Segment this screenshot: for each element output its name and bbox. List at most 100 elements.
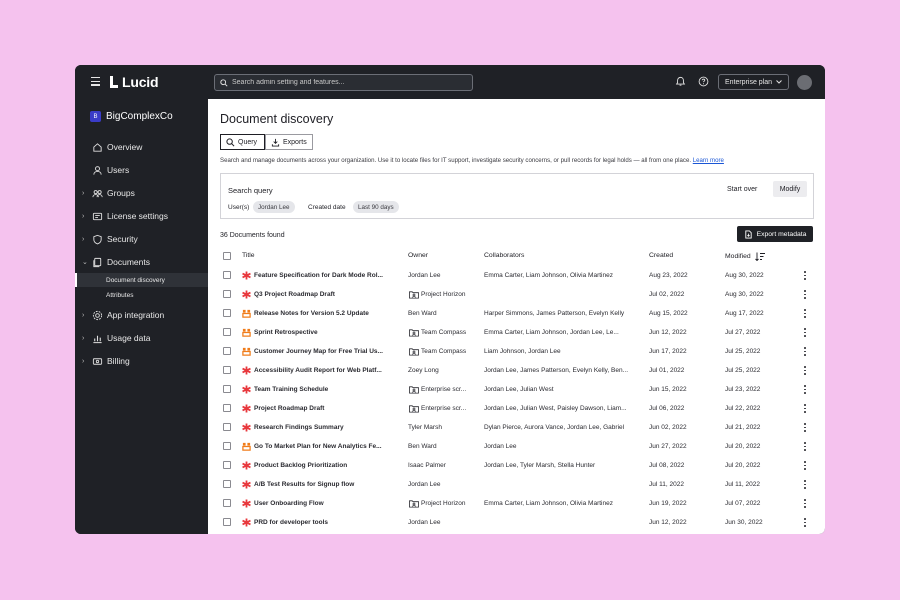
column-header-owner[interactable]: Owner bbox=[408, 252, 428, 259]
row-checkbox[interactable] bbox=[223, 518, 231, 526]
column-header-created[interactable]: Created bbox=[649, 252, 673, 259]
column-header-modified[interactable]: Modified bbox=[725, 252, 766, 261]
start-over-button[interactable]: Start over bbox=[727, 186, 757, 193]
more-options-icon[interactable] bbox=[802, 517, 808, 528]
column-header-title[interactable]: Title bbox=[242, 252, 255, 259]
more-options-icon[interactable] bbox=[802, 327, 808, 338]
menu-icon[interactable] bbox=[91, 77, 100, 86]
row-checkbox[interactable] bbox=[223, 271, 231, 279]
row-checkbox[interactable] bbox=[223, 423, 231, 431]
row-checkbox[interactable] bbox=[223, 442, 231, 450]
document-title[interactable]: Feature Specification for Dark Mode Rol.… bbox=[254, 272, 389, 279]
document-title[interactable]: User Onboarding Flow bbox=[254, 500, 389, 507]
sidebar-item-app-integration[interactable]: › App integration bbox=[75, 306, 208, 324]
table-row[interactable]: Go To Market Plan for New Analytics Fe..… bbox=[208, 437, 825, 456]
sidebar-item-label: Overview bbox=[107, 142, 143, 152]
document-title[interactable]: Go To Market Plan for New Analytics Fe..… bbox=[254, 443, 389, 450]
table-row[interactable]: PRD for developer tools Jordan Lee Jun 12,… bbox=[208, 513, 825, 532]
table-row[interactable]: Research Findings Summary Tyler Marsh Dyla… bbox=[208, 418, 825, 437]
row-checkbox[interactable] bbox=[223, 461, 231, 469]
export-metadata-button[interactable]: Export metadata bbox=[737, 226, 813, 242]
plan-dropdown[interactable]: Enterprise plan bbox=[718, 74, 789, 90]
sidebar-subitem-attributes[interactable]: Attributes bbox=[75, 288, 208, 302]
document-modified-date: Jul 27, 2022 bbox=[725, 329, 761, 336]
document-title[interactable]: Team Training Schedule bbox=[254, 386, 389, 393]
sidebar-item-license-settings[interactable]: › License settings bbox=[75, 207, 208, 225]
table-row[interactable]: Customer Journey Map for Free Trial Us..… bbox=[208, 342, 825, 361]
usage-data-icon bbox=[93, 335, 102, 343]
table-row[interactable]: Product Backlog Prioritization Isaac Palm… bbox=[208, 456, 825, 475]
more-options-icon[interactable] bbox=[802, 346, 808, 357]
document-collaborators: Liam Johnson, Jordan Lee bbox=[484, 348, 561, 355]
sidebar-item-documents[interactable]: ⌄ Documents bbox=[75, 253, 208, 271]
sidebar-item-billing[interactable]: › Billing bbox=[75, 352, 208, 370]
document-collaborators: Emma Carter, Liam Johnson, Jordan Lee, L… bbox=[484, 329, 619, 336]
document-title[interactable]: Sprint Retrospective bbox=[254, 329, 389, 336]
document-title[interactable]: A/B Test Results for Signup flow bbox=[254, 481, 389, 488]
document-title[interactable]: Project Roadmap Draft bbox=[254, 405, 389, 412]
row-checkbox[interactable] bbox=[223, 309, 231, 317]
select-all-checkbox[interactable] bbox=[223, 252, 231, 260]
row-checkbox[interactable] bbox=[223, 328, 231, 336]
sidebar-item-usage-data[interactable]: › Usage data bbox=[75, 329, 208, 347]
row-checkbox[interactable] bbox=[223, 366, 231, 374]
more-options-icon[interactable] bbox=[802, 384, 808, 395]
more-options-icon[interactable] bbox=[802, 308, 808, 319]
more-options-icon[interactable] bbox=[802, 422, 808, 433]
sidebar-item-groups[interactable]: › Groups bbox=[75, 184, 208, 202]
more-options-icon[interactable] bbox=[802, 365, 808, 376]
document-title[interactable]: Research Findings Summary bbox=[254, 424, 389, 431]
sidebar-item-security[interactable]: › Security bbox=[75, 230, 208, 248]
table-row[interactable]: Q3 Project Roadmap Draft Project Horizon J… bbox=[208, 285, 825, 304]
search-input[interactable] bbox=[232, 79, 462, 86]
more-options-icon[interactable] bbox=[802, 441, 808, 452]
more-options-icon[interactable] bbox=[802, 498, 808, 509]
document-title[interactable]: Release Notes for Version 5.2 Update bbox=[254, 310, 389, 317]
table-row[interactable]: Feature Specification for Dark Mode Rol.… bbox=[208, 266, 825, 285]
org-switcher[interactable]: B BigComplexCo bbox=[90, 111, 173, 122]
document-title[interactable]: Customer Journey Map for Free Trial Us..… bbox=[254, 348, 389, 355]
row-checkbox[interactable] bbox=[223, 385, 231, 393]
document-title[interactable]: PRD for developer tools bbox=[254, 519, 389, 526]
learn-more-link[interactable]: Learn more bbox=[693, 157, 724, 164]
chevron-right-icon: › bbox=[82, 189, 85, 197]
table-row[interactable]: Sprint Retrospective Team Compass Emma Car… bbox=[208, 323, 825, 342]
document-created-date: Jun 27, 2022 bbox=[649, 443, 687, 450]
column-header-collaborators[interactable]: Collaborators bbox=[484, 252, 524, 259]
lucid-logo[interactable]: Lucid bbox=[109, 74, 159, 90]
more-options-icon[interactable] bbox=[802, 479, 808, 490]
row-checkbox[interactable] bbox=[223, 290, 231, 298]
more-options-icon[interactable] bbox=[802, 403, 808, 414]
chevron-right-icon: › bbox=[82, 235, 85, 243]
more-options-icon[interactable] bbox=[802, 460, 808, 471]
sidebar-item-overview[interactable]: Overview bbox=[75, 138, 208, 156]
document-title[interactable]: Accessibility Audit Report for Web Platf… bbox=[254, 367, 389, 374]
table-row[interactable]: Project Roadmap Draft Enterprise scr... Jo… bbox=[208, 399, 825, 418]
tab-query[interactable]: Query bbox=[220, 134, 265, 150]
row-checkbox[interactable] bbox=[223, 404, 231, 412]
table-row[interactable]: Team Training Schedule Enterprise scr... J… bbox=[208, 380, 825, 399]
admin-search[interactable] bbox=[214, 74, 473, 91]
more-options-icon[interactable] bbox=[802, 270, 808, 281]
sidebar-subitem-document-discovery[interactable]: Document discovery bbox=[75, 273, 208, 287]
table-row[interactable]: Release Notes for Version 5.2 Update Ben … bbox=[208, 304, 825, 323]
table-row[interactable]: Accessibility Audit Report for Web Platf… bbox=[208, 361, 825, 380]
more-options-icon[interactable] bbox=[802, 289, 808, 300]
tab-exports[interactable]: Exports bbox=[265, 134, 313, 150]
row-checkbox[interactable] bbox=[223, 499, 231, 507]
avatar[interactable] bbox=[797, 75, 812, 90]
help-icon[interactable] bbox=[698, 76, 709, 87]
modify-button[interactable]: Modify bbox=[773, 181, 807, 197]
document-title[interactable]: Q3 Project Roadmap Draft bbox=[254, 291, 389, 298]
row-checkbox[interactable] bbox=[223, 347, 231, 355]
lucidspark-doc-icon bbox=[242, 328, 251, 337]
document-title[interactable]: Product Backlog Prioritization bbox=[254, 462, 389, 469]
table-row[interactable]: A/B Test Results for Signup flow Jordan L… bbox=[208, 475, 825, 494]
users-filter-pill[interactable]: Jordan Lee bbox=[253, 201, 295, 213]
document-created-date: Aug 15, 2022 bbox=[649, 310, 688, 317]
sidebar-item-users[interactable]: Users bbox=[75, 161, 208, 179]
created-date-filter-pill[interactable]: Last 90 days bbox=[353, 201, 399, 213]
bell-icon[interactable] bbox=[675, 76, 686, 87]
row-checkbox[interactable] bbox=[223, 480, 231, 488]
table-row[interactable]: User Onboarding Flow Project Horizon Emma … bbox=[208, 494, 825, 513]
